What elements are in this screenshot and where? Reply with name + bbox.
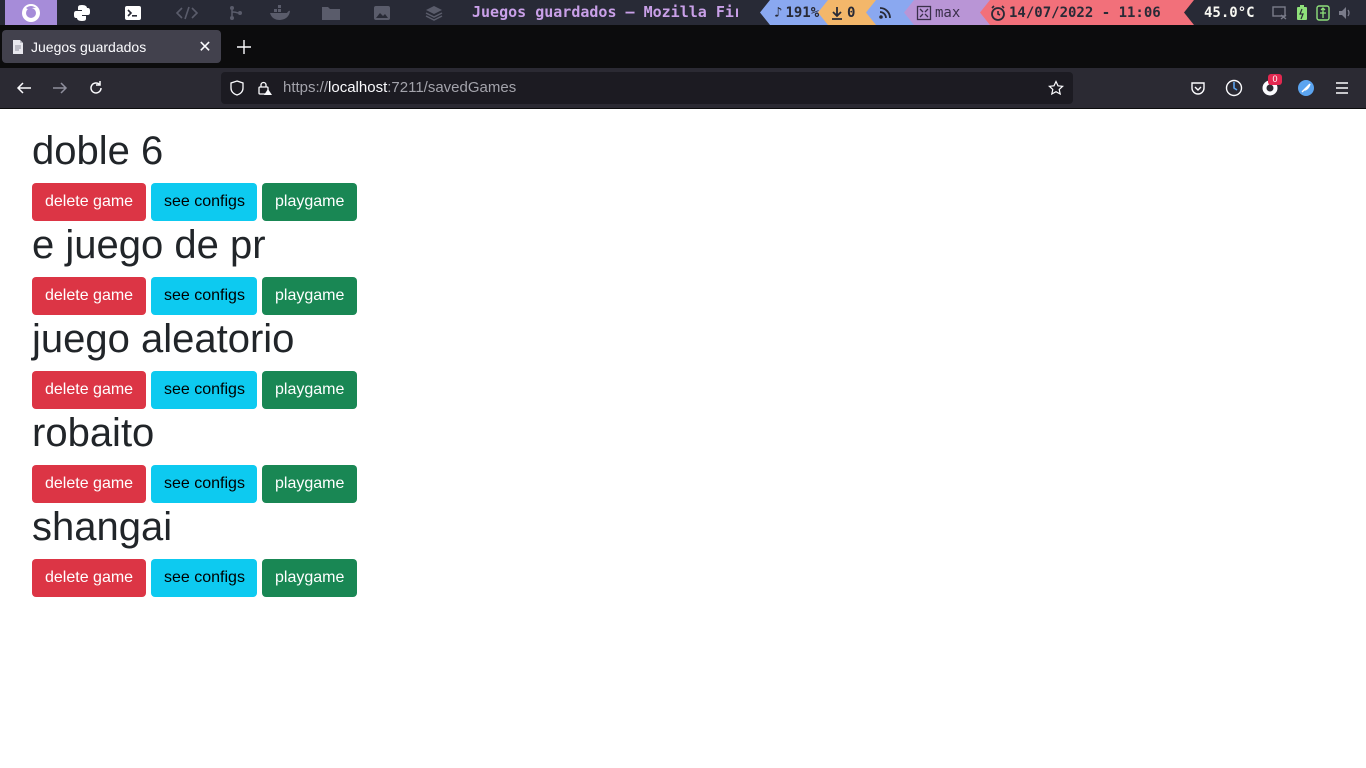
music-note-icon: ♪ bbox=[774, 4, 783, 21]
delete-game-button[interactable]: delete game bbox=[32, 559, 146, 597]
docker-icon bbox=[270, 4, 290, 20]
saved-game-item: shangai delete game see configs playgame bbox=[32, 485, 1332, 597]
navigation-toolbar: https://localhost:7211/savedGames 0 bbox=[0, 68, 1366, 109]
extension-button-1[interactable] bbox=[1224, 78, 1244, 98]
extension-button-2[interactable] bbox=[1296, 78, 1316, 98]
forward-button[interactable] bbox=[50, 78, 70, 98]
reload-button[interactable] bbox=[86, 78, 106, 98]
workspace-layers[interactable] bbox=[421, 0, 447, 25]
workspace-docker[interactable] bbox=[266, 0, 294, 25]
feather-icon bbox=[1298, 80, 1314, 96]
terminal-icon bbox=[125, 5, 141, 20]
see-configs-button[interactable]: see configs bbox=[151, 559, 257, 597]
system-tray bbox=[1271, 4, 1352, 21]
temperature-indicator: 45.0°C bbox=[1184, 0, 1366, 25]
usb-icon[interactable] bbox=[1315, 4, 1330, 21]
game-name: shangai bbox=[32, 505, 173, 549]
saved-games-list: doble 6 delete game see configs playgame… bbox=[32, 109, 1332, 597]
game-name: robaito bbox=[32, 411, 155, 455]
window-title: Juegos guardados — Mozilla Firefox bbox=[472, 3, 738, 21]
folder-icon bbox=[322, 6, 340, 20]
saved-game-item: juego aleatorio delete game see configs … bbox=[32, 297, 1332, 409]
firefox-icon bbox=[22, 3, 40, 22]
url-scheme: https:// bbox=[283, 79, 329, 96]
clock-indicator[interactable]: 14/07/2022 - 11:06 bbox=[980, 0, 1196, 25]
downloads-count: 0 bbox=[847, 4, 856, 21]
temperature-value: 45.0°C bbox=[1204, 4, 1255, 21]
new-tab-button[interactable] bbox=[232, 35, 256, 59]
workspace-python[interactable] bbox=[68, 0, 96, 25]
speaker-icon[interactable] bbox=[1338, 5, 1352, 21]
pocket-button[interactable] bbox=[1188, 78, 1208, 98]
close-tab-icon[interactable]: ✕ bbox=[197, 37, 213, 57]
workspace-files[interactable] bbox=[318, 0, 344, 25]
battery-icon[interactable] bbox=[1296, 4, 1308, 21]
tab-juegos-guardados[interactable]: Juegos guardados ✕ bbox=[2, 30, 221, 63]
saved-game-item: robaito delete game see configs playgame bbox=[32, 391, 1332, 503]
rss-icon bbox=[878, 6, 892, 20]
python-icon bbox=[74, 4, 90, 21]
network-icon[interactable] bbox=[1271, 5, 1288, 20]
hamburger-menu-icon bbox=[1336, 82, 1348, 94]
ublock-badge: 0 bbox=[1268, 74, 1282, 85]
volume-value: 191% bbox=[785, 4, 820, 21]
datetime-value: 14/07/2022 - 11:06 bbox=[1009, 4, 1161, 21]
workspace-terminal[interactable] bbox=[120, 0, 146, 25]
menu-button[interactable] bbox=[1332, 78, 1352, 98]
page-favicon-icon bbox=[13, 39, 23, 54]
reload-icon bbox=[90, 81, 102, 94]
git-branch-icon bbox=[230, 5, 242, 20]
download-icon bbox=[830, 6, 844, 20]
maximize-icon bbox=[916, 5, 932, 21]
arrow-left-icon bbox=[16, 82, 31, 94]
saved-game-item: doble 6 delete game see configs playgame bbox=[32, 109, 1332, 221]
workspace-images[interactable] bbox=[369, 0, 395, 25]
saved-game-item: e juego de pr delete game see configs pl… bbox=[32, 203, 1332, 315]
pocket-icon bbox=[1191, 82, 1205, 95]
url-host: localhost bbox=[328, 79, 388, 96]
compass-icon bbox=[1225, 79, 1243, 97]
game-name: juego aleatorio bbox=[32, 317, 295, 361]
address-bar[interactable]: https://localhost:7211/savedGames bbox=[221, 72, 1073, 104]
layers-icon bbox=[425, 5, 443, 21]
workspace-firefox[interactable] bbox=[5, 0, 57, 25]
game-actions: delete game see configs playgame bbox=[32, 559, 357, 597]
plus-icon bbox=[237, 40, 251, 54]
workspace-git[interactable] bbox=[224, 0, 248, 25]
workspace-code[interactable] bbox=[174, 0, 200, 25]
url-text[interactable]: https://localhost:7211/savedGames bbox=[283, 72, 516, 104]
game-name: e juego de pr bbox=[32, 223, 266, 267]
system-top-bar: Juegos guardados — Mozilla Firefox ♪ 191… bbox=[0, 0, 1366, 25]
play-game-button[interactable]: playgame bbox=[262, 559, 357, 597]
url-path: :7211/savedGames bbox=[387, 79, 517, 96]
lock-warning-icon[interactable] bbox=[256, 80, 272, 96]
layout-indicator[interactable]: max bbox=[904, 0, 992, 25]
back-button[interactable] bbox=[14, 78, 34, 98]
game-name: doble 6 bbox=[32, 129, 164, 173]
code-icon bbox=[175, 6, 199, 19]
arrow-right-icon bbox=[53, 82, 68, 94]
layout-name: max bbox=[935, 4, 961, 21]
image-icon bbox=[374, 5, 390, 20]
tab-strip: Juegos guardados ✕ bbox=[0, 25, 1366, 68]
bookmark-star-icon[interactable] bbox=[1048, 80, 1064, 96]
tab-title: Juegos guardados bbox=[31, 38, 147, 55]
shield-icon[interactable] bbox=[229, 80, 245, 96]
clock-icon bbox=[990, 5, 1006, 21]
